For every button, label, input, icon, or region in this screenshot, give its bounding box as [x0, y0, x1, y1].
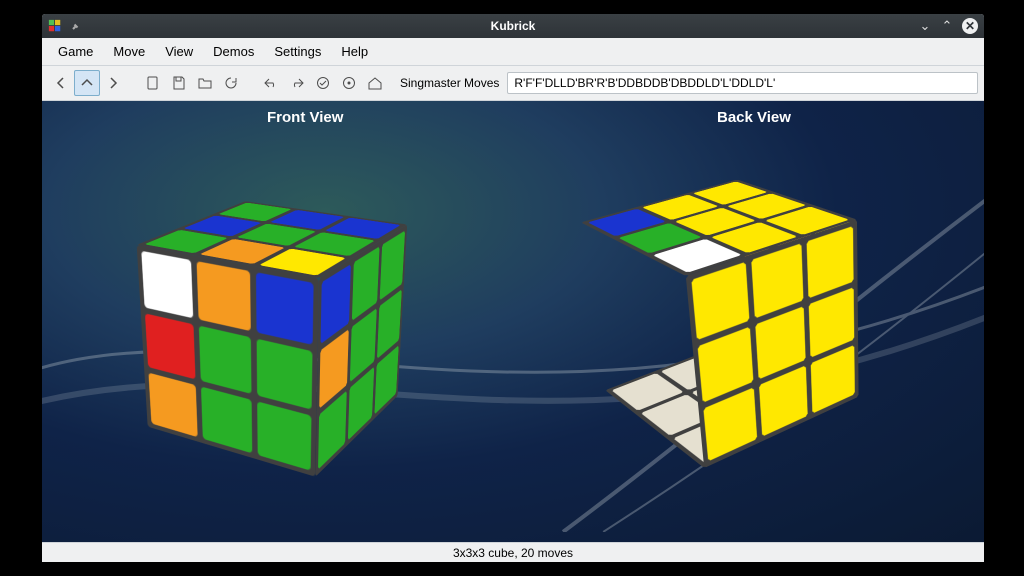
- nav-forward-button[interactable]: [100, 70, 126, 96]
- moves-label: Singmaster Moves: [400, 76, 499, 90]
- menu-help[interactable]: Help: [331, 40, 378, 63]
- front-view-label: Front View: [267, 109, 343, 126]
- home-button[interactable]: [362, 70, 388, 96]
- pin-icon[interactable]: [70, 20, 82, 32]
- game-viewport[interactable]: Front View Back View: [42, 101, 984, 542]
- solve-button[interactable]: [310, 70, 336, 96]
- statusbar: 3x3x3 cube, 20 moves: [42, 542, 984, 562]
- menubar: Game Move View Demos Settings Help: [42, 38, 984, 66]
- moves-input[interactable]: [507, 72, 978, 94]
- new-button[interactable]: [140, 70, 166, 96]
- menu-settings[interactable]: Settings: [264, 40, 331, 63]
- demo-button[interactable]: [336, 70, 362, 96]
- undo-button[interactable]: [258, 70, 284, 96]
- menu-move[interactable]: Move: [103, 40, 155, 63]
- app-window: Kubrick ⌄ ⌃ ✕ Game Move View Demos Setti…: [42, 14, 984, 562]
- menu-demos[interactable]: Demos: [203, 40, 264, 63]
- minimize-button[interactable]: ⌄: [918, 19, 932, 33]
- menu-view[interactable]: View: [155, 40, 203, 63]
- menu-game[interactable]: Game: [48, 40, 103, 63]
- cube-front-view[interactable]: [182, 231, 372, 421]
- toolbar: Singmaster Moves: [42, 66, 984, 101]
- nav-back-button[interactable]: [48, 70, 74, 96]
- window-title: Kubrick: [491, 19, 536, 33]
- maximize-button[interactable]: ⌃: [940, 19, 954, 33]
- titlebar[interactable]: Kubrick ⌄ ⌃ ✕: [42, 14, 984, 38]
- app-icon: [48, 19, 62, 33]
- nav-up-button[interactable]: [74, 70, 100, 96]
- open-button[interactable]: [192, 70, 218, 96]
- redo-button[interactable]: [284, 70, 310, 96]
- close-button[interactable]: ✕: [962, 18, 978, 34]
- restart-button[interactable]: [218, 70, 244, 96]
- back-view-label: Back View: [717, 109, 791, 126]
- cube-back-view[interactable]: [627, 216, 817, 406]
- save-button[interactable]: [166, 70, 192, 96]
